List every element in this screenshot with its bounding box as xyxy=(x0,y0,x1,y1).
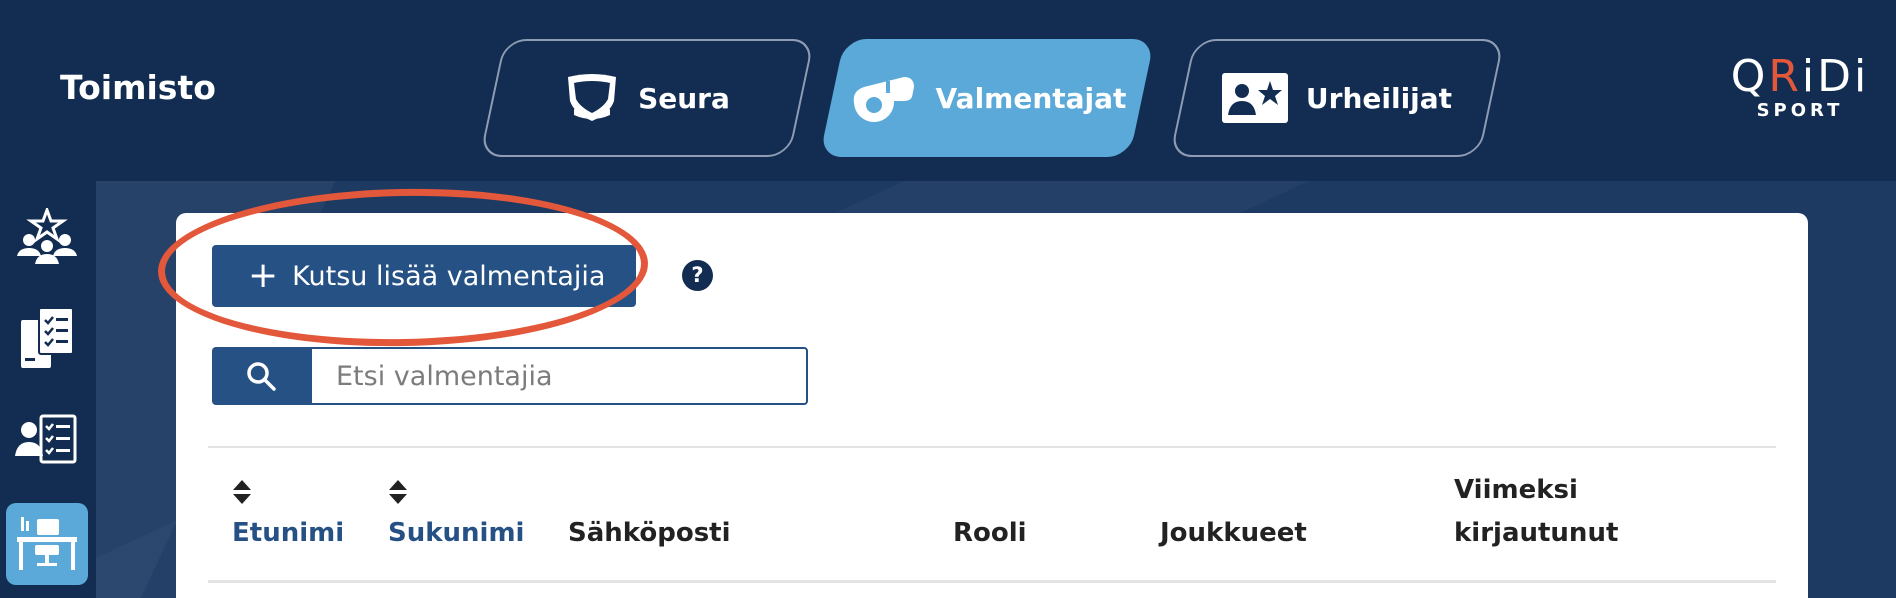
sidebar-item-people[interactable] xyxy=(6,399,88,481)
tab-valmentajat[interactable]: Valmentajat xyxy=(832,39,1142,157)
invite-button-label: Kutsu lisää valmentajia xyxy=(292,260,606,292)
tab-seura[interactable]: Seura xyxy=(492,39,802,157)
athlete-card-icon xyxy=(1221,73,1288,123)
logo-letter: i xyxy=(1801,51,1818,102)
tab-label: Valmentajat xyxy=(935,81,1127,115)
coaches-panel: + Kutsu lisää valmentajia ? Etunimi Suku… xyxy=(156,184,1808,598)
documents-checklist-icon xyxy=(21,307,74,368)
logo-letter: i xyxy=(1854,51,1870,102)
column-header-kirjautunut: kirjautunut xyxy=(1454,518,1619,548)
search-button[interactable] xyxy=(212,347,310,405)
qridi-sport-logo: QRiDi SPORT xyxy=(1720,52,1880,122)
person-checklist-icon xyxy=(15,414,77,464)
sidebar xyxy=(0,181,96,598)
plus-icon: + xyxy=(248,255,279,296)
invite-coaches-button[interactable]: + Kutsu lisää valmentajia xyxy=(212,245,636,307)
sidebar-item-office[interactable] xyxy=(6,503,88,585)
desk-icon xyxy=(17,517,77,570)
logo-subtitle: SPORT xyxy=(1756,100,1844,121)
sort-icon[interactable] xyxy=(232,479,252,505)
column-header-sahkoposti: Sähköposti xyxy=(568,518,731,548)
search-icon xyxy=(247,362,276,391)
logo-wordmark: QRiDi xyxy=(1720,52,1880,102)
column-header-sukunimi[interactable]: Sukunimi xyxy=(388,512,524,554)
tab-urheilijat[interactable]: Urheilijat xyxy=(1182,39,1492,157)
column-header-joukkueet: Joukkueet xyxy=(1160,518,1307,548)
logo-letter: Q xyxy=(1730,51,1769,102)
column-header-viimeksi: Viimeksi xyxy=(1454,475,1578,505)
column-header-rooli: Rooli xyxy=(953,518,1027,548)
top-navigation-bar: Toimisto Seura Valmentajat Urheilijat QR… xyxy=(0,0,1896,181)
column-header-etunimi[interactable]: Etunimi xyxy=(232,512,344,554)
search-input[interactable] xyxy=(310,347,808,405)
logo-letter: D xyxy=(1817,51,1855,102)
tab-label: Urheilijat xyxy=(1305,81,1453,115)
whistle-icon xyxy=(853,77,914,123)
tab-label: Seura xyxy=(638,81,730,115)
sort-icon[interactable] xyxy=(388,479,408,505)
table-header-divider xyxy=(208,580,1776,583)
table-top-divider xyxy=(208,446,1776,448)
help-icon[interactable]: ? xyxy=(682,260,713,291)
sidebar-item-team[interactable] xyxy=(6,195,88,277)
sidebar-item-documents[interactable] xyxy=(6,297,88,379)
logo-letter: R xyxy=(1768,51,1802,102)
team-star-icon xyxy=(17,208,77,264)
shield-icon xyxy=(568,74,617,121)
app-title: Toimisto xyxy=(60,68,216,107)
